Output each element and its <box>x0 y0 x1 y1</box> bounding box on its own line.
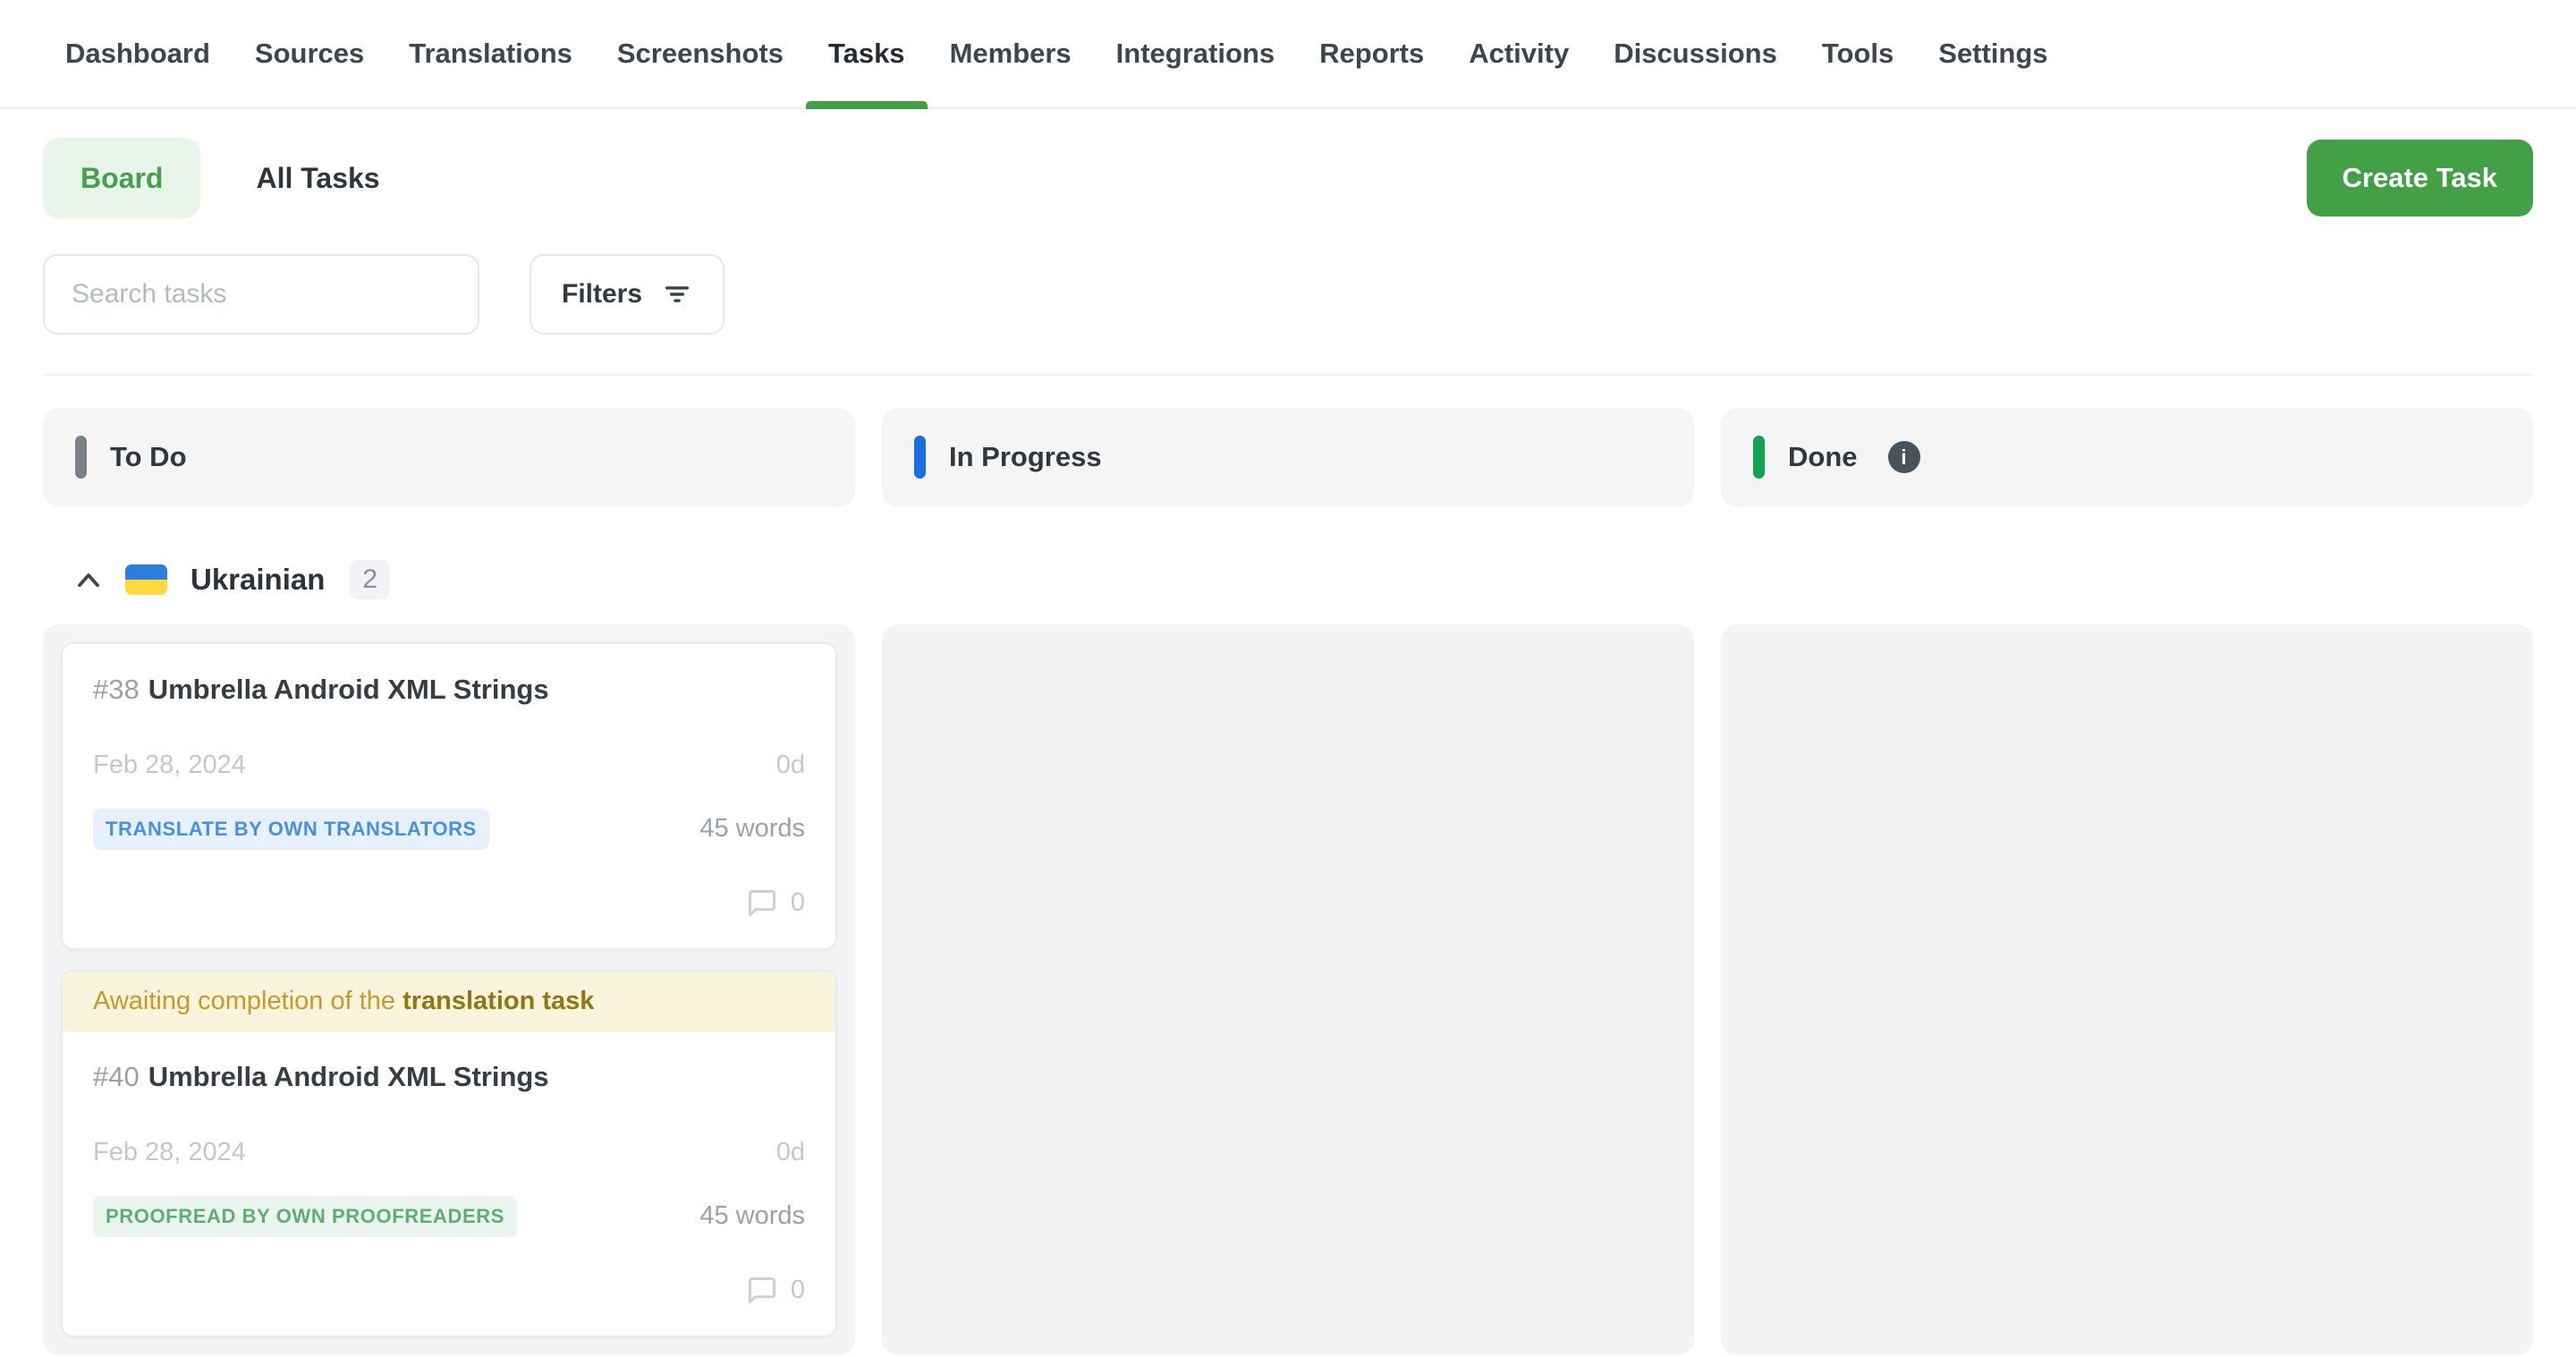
task-id: #40 <box>93 1061 140 1092</box>
awaiting-banner: Awaiting completion of the translation t… <box>63 971 835 1031</box>
search-input[interactable] <box>43 254 479 335</box>
ukraine-flag-icon <box>125 564 167 595</box>
filters-button-label: Filters <box>562 279 642 310</box>
filter-bar: Filters <box>43 254 2533 335</box>
top-nav: Dashboard Sources Translations Screensho… <box>0 0 2576 109</box>
task-card-body: #40 Umbrella Android XML Strings Feb 28, … <box>63 1031 835 1336</box>
column-header-in-progress: In Progress <box>882 408 1694 506</box>
workflow-badge: PROOFREAD BY OWN PROOFREADERS <box>93 1196 517 1237</box>
task-card[interactable]: Awaiting completion of the translation t… <box>61 970 837 1337</box>
nav-item-screenshots[interactable]: Screenshots <box>595 0 806 107</box>
view-toolbar: Board All Tasks Create Task <box>43 138 2533 218</box>
column-header-todo: To Do <box>43 408 855 506</box>
task-title-row: #38 Umbrella Android XML Strings <box>93 673 805 708</box>
task-title: Umbrella Android XML Strings <box>148 1061 549 1092</box>
create-task-button[interactable]: Create Task <box>2307 140 2533 216</box>
nav-item-discussions[interactable]: Discussions <box>1591 0 1800 107</box>
task-due: 0d <box>776 751 805 780</box>
task-meta-row: Feb 28, 2024 0d <box>93 751 805 780</box>
language-group-header: Ukrainian 2 <box>43 560 2533 599</box>
toolbar-divider <box>43 374 2533 376</box>
board-view-button[interactable]: Board <box>43 138 200 218</box>
banner-text: Awaiting completion of the <box>93 987 402 1015</box>
nav-item-members[interactable]: Members <box>928 0 1094 107</box>
column-done <box>1721 624 2533 1355</box>
task-word-count: 45 words <box>699 1201 805 1231</box>
nav-item-translations[interactable]: Translations <box>386 0 595 107</box>
task-footer: 0 <box>93 887 805 920</box>
task-footer: 0 <box>93 1275 805 1307</box>
comment-count: 0 <box>791 888 805 918</box>
column-todo: #38 Umbrella Android XML Strings Feb 28, … <box>43 624 855 1355</box>
nav-item-sources[interactable]: Sources <box>233 0 386 107</box>
all-tasks-link[interactable]: All Tasks <box>256 162 379 195</box>
task-badge-row: PROOFREAD BY OWN PROOFREADERS 45 words <box>93 1196 805 1237</box>
comment-icon <box>746 887 778 920</box>
board-column-headers: To Do In Progress Done i <box>43 408 2533 506</box>
task-date: Feb 28, 2024 <box>93 751 246 780</box>
column-header-label: To Do <box>110 441 187 473</box>
nav-item-activity[interactable]: Activity <box>1446 0 1591 107</box>
banner-emphasis: translation task <box>402 987 594 1015</box>
nav-item-tools[interactable]: Tools <box>1800 0 1916 107</box>
todo-status-bar <box>75 436 87 479</box>
tasks-page: Board All Tasks Create Task Filters To D… <box>0 138 2576 1340</box>
info-icon[interactable]: i <box>1888 441 1920 473</box>
workflow-badge: TRANSLATE BY OWN TRANSLATORS <box>93 809 489 850</box>
filters-button[interactable]: Filters <box>530 254 724 335</box>
column-in-progress <box>882 624 1694 1355</box>
task-word-count: 45 words <box>699 814 805 844</box>
task-card[interactable]: #38 Umbrella Android XML Strings Feb 28, … <box>61 642 837 950</box>
done-status-bar <box>1753 436 1765 479</box>
nav-item-tasks[interactable]: Tasks <box>806 0 928 107</box>
task-board: #38 Umbrella Android XML Strings Feb 28, … <box>43 624 2533 1340</box>
task-meta-row: Feb 28, 2024 0d <box>93 1138 805 1167</box>
task-title: Umbrella Android XML Strings <box>148 674 549 705</box>
column-header-label: In Progress <box>949 441 1102 473</box>
task-title-row: #40 Umbrella Android XML Strings <box>93 1060 805 1095</box>
task-due: 0d <box>776 1138 805 1167</box>
language-group-name: Ukrainian <box>191 563 325 597</box>
in-progress-status-bar <box>914 436 926 479</box>
task-id: #38 <box>93 674 140 705</box>
column-header-label: Done <box>1788 441 1858 473</box>
column-header-done: Done i <box>1721 408 2533 506</box>
task-count-badge: 2 <box>350 560 390 599</box>
comment-icon <box>746 1275 778 1307</box>
nav-item-integrations[interactable]: Integrations <box>1094 0 1297 107</box>
nav-item-reports[interactable]: Reports <box>1297 0 1446 107</box>
task-date: Feb 28, 2024 <box>93 1138 246 1167</box>
nav-item-settings[interactable]: Settings <box>1916 0 2070 107</box>
task-badge-row: TRANSLATE BY OWN TRANSLATORS 45 words <box>93 809 805 850</box>
comment-count: 0 <box>791 1276 805 1305</box>
collapse-chevron-icon[interactable] <box>75 571 102 589</box>
filter-lines-icon <box>662 279 692 310</box>
nav-item-dashboard[interactable]: Dashboard <box>43 0 233 107</box>
